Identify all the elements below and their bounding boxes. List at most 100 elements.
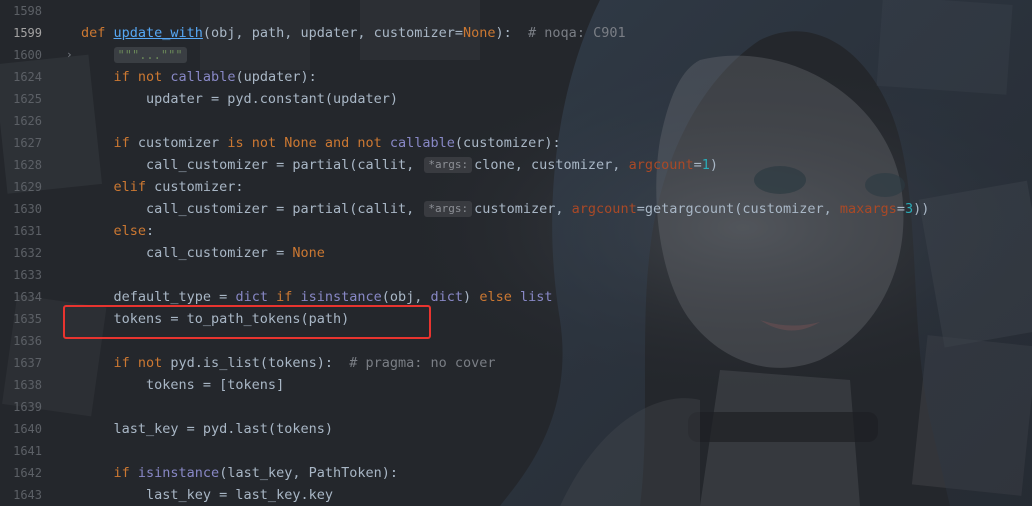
code-line[interactable]: 1632 call_customizer = None [0, 242, 1032, 264]
code-token: tokens = [tokens] [81, 377, 285, 393]
code-line[interactable]: 1642 if isinstance(last_key, PathToken): [0, 462, 1032, 484]
code-text: last_key = last_key.key [81, 484, 333, 506]
code-token: and not [324, 135, 390, 151]
line-number: 1600 [13, 48, 42, 62]
code-token: call_customizer = [81, 245, 293, 261]
code-token: argcount [628, 157, 694, 173]
code-token: = [896, 201, 905, 217]
code-token: (customizer): [454, 135, 561, 151]
code-line[interactable]: 1638 tokens = [tokens] [0, 374, 1032, 396]
line-number: 1629 [13, 180, 42, 194]
code-line[interactable]: 1631 else: [0, 220, 1032, 242]
code-token: isinstance [300, 289, 382, 305]
code-token: clone, customizer, [474, 157, 629, 173]
code-token: argcount [571, 201, 637, 217]
code-token: default_type = [81, 289, 236, 305]
code-line[interactable]: 1629 elif customizer: [0, 176, 1032, 198]
code-token: callable [170, 69, 236, 85]
code-token: =getargcount(customizer, [636, 201, 840, 217]
line-number: 1643 [13, 488, 42, 502]
line-number: 1599 [13, 26, 42, 40]
code-token: if [113, 465, 138, 481]
code-token: = [693, 157, 702, 173]
code-line[interactable]: 1637 if not pyd.is_list(tokens): # pragm… [0, 352, 1032, 374]
code-line[interactable]: 1600 › """...""" [0, 44, 1032, 66]
code-text: elif customizer: [81, 176, 244, 198]
code-token: 1 [701, 157, 710, 173]
code-line[interactable]: 1634 default_type = dict if isinstance(o… [0, 286, 1032, 308]
code-line[interactable]: 1641 [0, 440, 1032, 462]
code-token: pyd.is_list(tokens): [170, 355, 350, 371]
line-number: 1642 [13, 466, 42, 480]
code-token: : [146, 223, 155, 239]
code-token: customizer, [474, 201, 572, 217]
fold-chevron-icon[interactable]: › [66, 44, 73, 66]
code-token: ): [495, 25, 529, 41]
line-number: 1630 [13, 202, 42, 216]
line-number: 1626 [13, 114, 42, 128]
code-token: last_key = pyd.last(tokens) [81, 421, 333, 437]
code-line[interactable]: 1633 [0, 264, 1032, 286]
code-token: is not [227, 135, 285, 151]
code-token: update_with [113, 25, 203, 41]
code-token: dict [235, 289, 277, 305]
line-number: 1634 [13, 290, 42, 304]
code-line[interactable]: 1626 [0, 110, 1032, 132]
code-text: call_customizer = partial(callit, *args:… [81, 198, 929, 220]
code-token: customizer [137, 135, 228, 151]
code-token: last_key = last_key.key [81, 487, 333, 503]
parameter-hint: *args: [424, 201, 473, 217]
line-number: 1628 [13, 158, 42, 172]
code-line[interactable]: 1625 updater = pyd.constant(updater) [0, 88, 1032, 110]
code-token: tokens = to_path_tokens(path) [81, 311, 350, 327]
code-token: call_customizer = partial(callit, [81, 201, 423, 217]
code-token: customizer: [154, 179, 244, 195]
code-token: callable [389, 135, 455, 151]
folded-docstring[interactable]: """...""" [113, 47, 187, 63]
code-line[interactable]: 1636 [0, 330, 1032, 352]
code-line[interactable]: 1630 call_customizer = partial(callit, *… [0, 198, 1032, 220]
code-editor[interactable]: 1598 1599 def update_with(obj, path, updat… [0, 0, 1032, 506]
line-number: 1625 [13, 92, 42, 106]
line-number: 1641 [13, 444, 42, 458]
code-token: None [284, 135, 325, 151]
code-text: tokens = to_path_tokens(path) [81, 308, 350, 330]
code-token: else [479, 289, 520, 305]
code-line[interactable]: 1643 last_key = last_key.key [0, 484, 1032, 506]
code-token: def [81, 25, 114, 41]
code-line[interactable]: 1635 tokens = to_path_tokens(path) [0, 308, 1032, 330]
code-line[interactable]: 1598 [0, 0, 1032, 22]
code-text: if isinstance(last_key, PathToken): [81, 462, 398, 484]
code-token: dict [430, 289, 464, 305]
code-text: if not callable(updater): [81, 66, 317, 88]
code-token: isinstance [137, 465, 220, 481]
code-line[interactable]: 1624 if not callable(updater): [0, 66, 1032, 88]
code-token: if not [113, 69, 171, 85]
code-text: if not pyd.is_list(tokens): # pragma: no… [81, 352, 496, 374]
code-text: def update_with(obj, path, updater, cust… [81, 22, 626, 44]
line-number: 1640 [13, 422, 42, 436]
code-token: if [113, 135, 138, 151]
code-token: updater = pyd.constant(updater) [81, 91, 398, 107]
code-line[interactable]: 1639 [0, 396, 1032, 418]
line-number: 1631 [13, 224, 42, 238]
line-number: 1639 [13, 400, 42, 414]
code-line[interactable]: 1599 def update_with(obj, path, updater, … [0, 22, 1032, 44]
code-token: else [113, 223, 147, 239]
code-line[interactable]: 1628 call_customizer = partial(callit, *… [0, 154, 1032, 176]
line-number: 1636 [13, 334, 42, 348]
code-line[interactable]: 1627 if customizer is not None and not c… [0, 132, 1032, 154]
line-number: 1627 [13, 136, 42, 150]
code-token: ) [463, 289, 480, 305]
code-token: (obj, [381, 289, 431, 305]
line-number: 1633 [13, 268, 42, 282]
line-number: 1637 [13, 356, 42, 370]
code-line[interactable]: 1640 last_key = pyd.last(tokens) [0, 418, 1032, 440]
code-text: default_type = dict if isinstance(obj, d… [81, 286, 553, 308]
line-number: 1598 [13, 4, 42, 18]
parameter-hint: *args: [424, 157, 473, 173]
